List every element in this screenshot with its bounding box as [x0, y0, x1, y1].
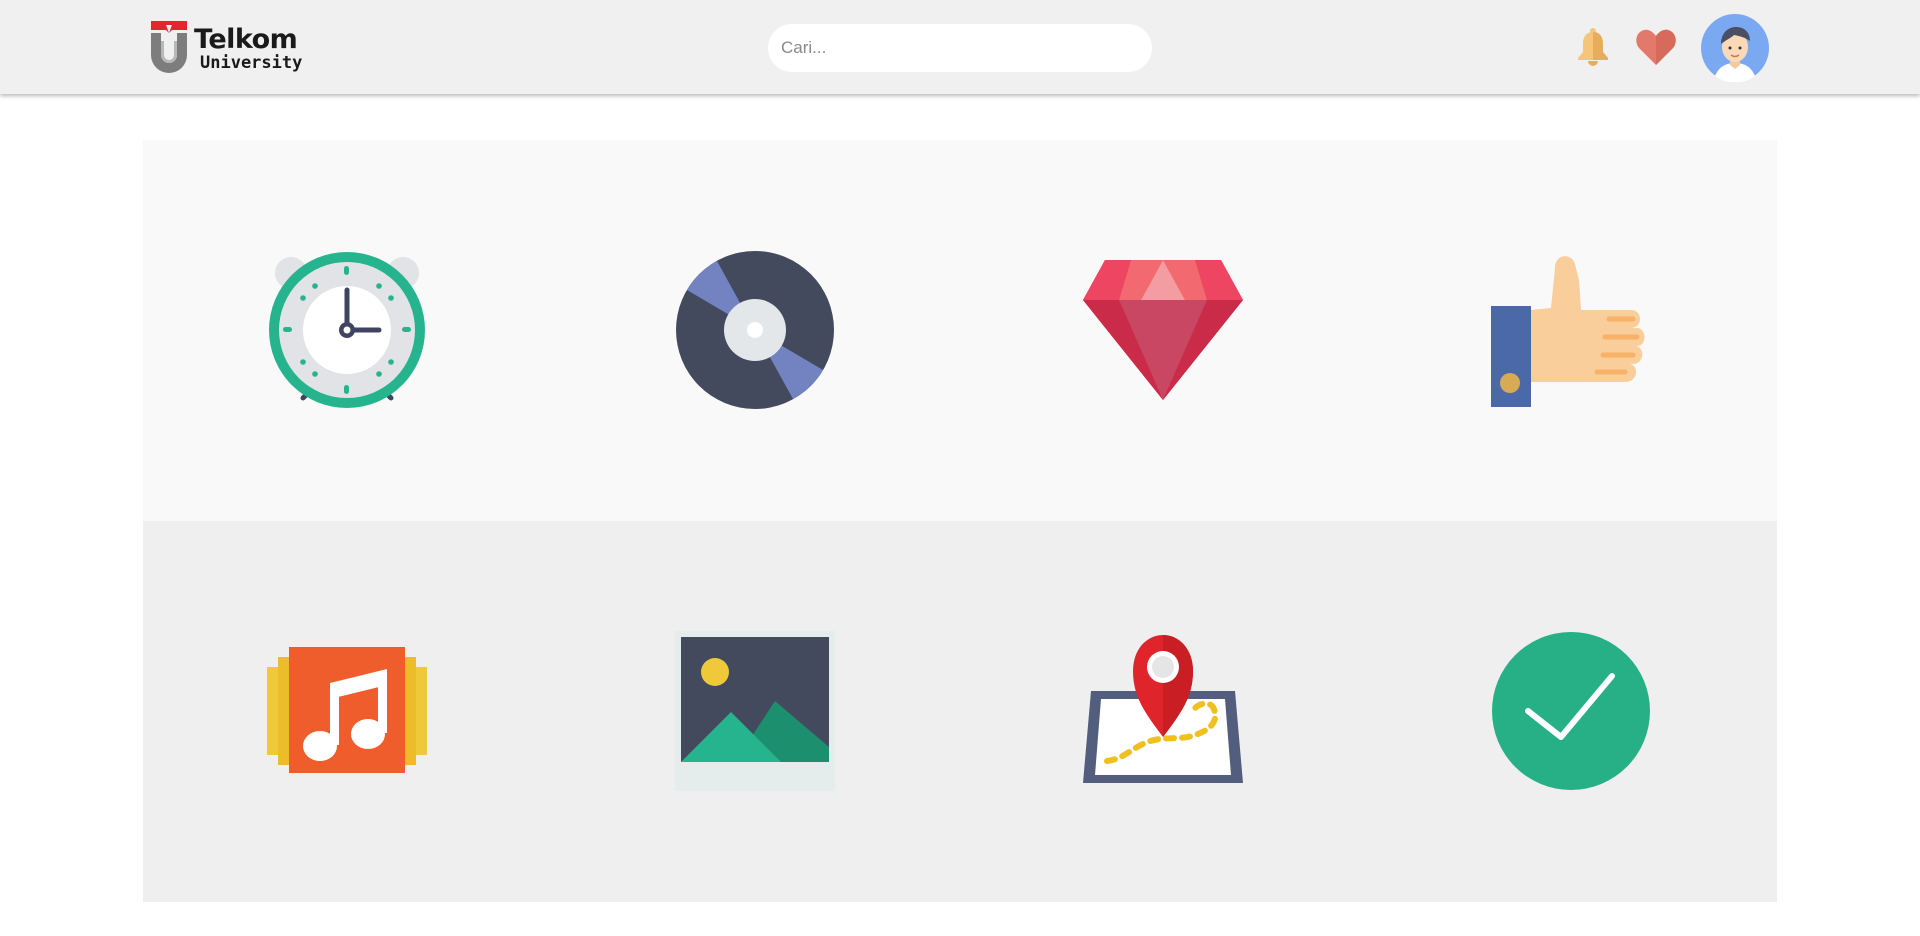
search-input[interactable] — [768, 24, 1152, 72]
logo-text-telkom: Telkom — [194, 24, 298, 55]
check-mark-icon[interactable] — [1491, 631, 1651, 791]
vinyl-disc-icon[interactable] — [675, 250, 835, 410]
bell-icon[interactable] — [1576, 28, 1610, 66]
heart-icon[interactable] — [1635, 27, 1677, 67]
image-picture-icon[interactable] — [675, 631, 835, 791]
user-avatar[interactable] — [1701, 14, 1769, 82]
grid-row-2 — [143, 521, 1777, 902]
grid-row-1 — [143, 140, 1777, 521]
logo-text-university: University — [200, 53, 303, 73]
top-header: Telkom University — [0, 0, 1920, 94]
icon-grid — [143, 140, 1777, 902]
telkom-university-logo[interactable]: Telkom University — [150, 21, 303, 75]
thumbs-up-icon[interactable] — [1491, 250, 1651, 410]
alarm-clock-icon[interactable] — [267, 250, 427, 410]
logo-mark-icon — [151, 21, 187, 73]
ruby-gem-icon[interactable] — [1083, 250, 1243, 410]
music-album-icon[interactable] — [267, 631, 427, 791]
map-location-pin-icon[interactable] — [1083, 631, 1243, 791]
